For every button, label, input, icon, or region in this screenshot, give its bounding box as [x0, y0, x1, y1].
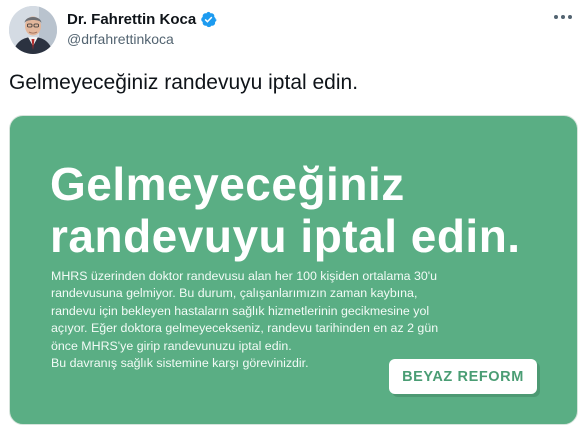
card-headline: Gelmeyeceğiniz randevuyu iptal edin. — [50, 158, 521, 262]
card-body-line: önce MHRS'ye girip randevunuzu iptal edi… — [51, 338, 292, 353]
tweet: Dr. Fahrettin Koca @drfahrettinkoca Gelm… — [0, 0, 588, 435]
author-handle[interactable]: @drfahrettinkoca — [67, 31, 174, 47]
tweet-media-image[interactable]: Gelmeyeceğiniz randevuyu iptal edin. MHR… — [9, 115, 578, 425]
card-body-line: Bu davranış sağlık sistemine karşı görev… — [51, 356, 309, 371]
tweet-text: Gelmeyeceğiniz randevuyu iptal edin. — [9, 71, 359, 94]
card-body-text: MHRS üzerinden doktor randevusu alan her… — [51, 268, 438, 372]
card-body-line: açıyor. Eğer doktora gelmeyecekseniz, ra… — [51, 321, 439, 336]
author-name-row: Dr. Fahrettin Koca — [67, 10, 217, 28]
author-display-name[interactable]: Dr. Fahrettin Koca — [67, 11, 196, 28]
card-headline-line: randevuyu iptal edin. — [50, 210, 521, 262]
card-body-line: randevu için bekleyen hastaların sağlık … — [51, 303, 430, 318]
card-body-line: MHRS üzerinden doktor randevusu alan her… — [51, 269, 438, 283]
avatar[interactable] — [9, 6, 57, 54]
beyaz-reform-badge: BEYAZ REFORM — [389, 359, 537, 394]
verified-badge-icon — [201, 11, 217, 27]
card-headline-line: Gelmeyeceğiniz — [50, 158, 405, 210]
badge-label: BEYAZ REFORM — [402, 368, 524, 385]
more-options-icon[interactable] — [552, 8, 574, 26]
card-body-line: randevusuna gelmiyor. Bu durum, çalışanl… — [51, 286, 418, 301]
